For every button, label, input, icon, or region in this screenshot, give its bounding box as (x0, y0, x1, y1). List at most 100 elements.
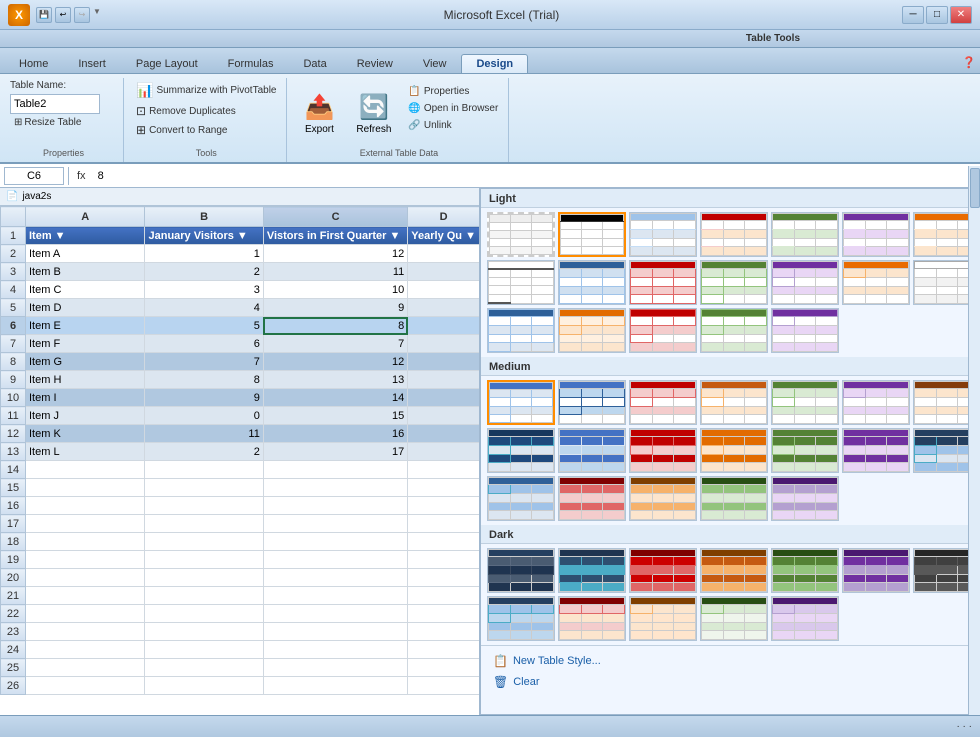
row-num-24[interactable]: 24 (1, 641, 26, 659)
style-medium-17[interactable] (629, 476, 697, 521)
row-num-19[interactable]: 19 (1, 551, 26, 569)
style-medium-16[interactable] (558, 476, 626, 521)
minimize-button[interactable]: ─ (902, 6, 924, 24)
row-num-21[interactable]: 21 (1, 587, 26, 605)
cell-reference-input[interactable] (4, 167, 64, 185)
properties-button[interactable]: 📋 Properties (404, 84, 502, 99)
style-medium-1[interactable] (487, 380, 555, 425)
style-medium-9[interactable] (558, 428, 626, 473)
grid-container[interactable]: A B C D 1 Item ▼ January Visitors ▼ Vist… (0, 206, 480, 695)
style-dark-11[interactable] (700, 596, 768, 641)
cell-b9[interactable]: 8 (145, 371, 263, 389)
style-dark-8[interactable] (487, 596, 555, 641)
cell-b13[interactable]: 2 (145, 443, 263, 461)
style-panel-scrollbar[interactable] (968, 188, 980, 715)
refresh-button[interactable]: 🔄 Refresh (347, 80, 400, 148)
save-icon[interactable]: 💾 (36, 7, 52, 23)
cell-b2[interactable]: 1 (145, 245, 263, 263)
tab-home[interactable]: Home (4, 54, 63, 73)
style-medium-8[interactable] (487, 428, 555, 473)
table-name-input[interactable] (10, 94, 100, 114)
style-light-4[interactable] (771, 212, 839, 257)
row-num-25[interactable]: 25 (1, 659, 26, 677)
cell-c7[interactable]: 7 (263, 335, 407, 353)
help-icon[interactable]: ❓ (958, 51, 980, 73)
quick-access-toolbar[interactable]: 💾 ↩ ↪ ▼ (36, 7, 101, 23)
cell-c4[interactable]: 10 (263, 281, 407, 299)
style-dark-9[interactable] (558, 596, 626, 641)
cell-c1[interactable]: Vistors in First Quarter ▼ (263, 227, 407, 245)
cell-d11[interactable] (408, 407, 480, 425)
style-medium-12[interactable] (771, 428, 839, 473)
style-dark-12[interactable] (771, 596, 839, 641)
row-num-8[interactable]: 8 (1, 353, 26, 371)
style-light-18[interactable] (771, 308, 839, 353)
undo-icon[interactable]: ↩ (55, 7, 71, 23)
style-light-2[interactable] (629, 212, 697, 257)
tab-pagelayout[interactable]: Page Layout (121, 54, 213, 73)
style-medium-6[interactable] (842, 380, 910, 425)
cell-d10[interactable] (408, 389, 480, 407)
cell-d14[interactable] (408, 461, 480, 479)
close-button[interactable]: ✕ (950, 6, 972, 24)
cell-b14[interactable] (145, 461, 263, 479)
tab-insert[interactable]: Insert (63, 54, 121, 73)
tab-design[interactable]: Design (461, 54, 528, 73)
style-light-8[interactable] (558, 260, 626, 305)
style-light-9[interactable] (629, 260, 697, 305)
cell-a8[interactable]: Item G (26, 353, 145, 371)
style-dark-5[interactable] (771, 548, 839, 593)
cell-b5[interactable]: 4 (145, 299, 263, 317)
cell-b1[interactable]: January Visitors ▼ (145, 227, 263, 245)
row-num-12[interactable]: 12 (1, 425, 26, 443)
style-medium-15[interactable] (487, 476, 555, 521)
style-light-3[interactable] (700, 212, 768, 257)
style-dark-2[interactable] (558, 548, 626, 593)
row-num-1[interactable]: 1 (1, 227, 26, 245)
style-dark-10[interactable] (629, 596, 697, 641)
row-num-11[interactable]: 11 (1, 407, 26, 425)
style-light-14[interactable] (487, 308, 555, 353)
style-none[interactable] (487, 212, 555, 257)
style-light-11[interactable] (771, 260, 839, 305)
cell-d6[interactable] (408, 317, 480, 335)
row-num-4[interactable]: 4 (1, 281, 26, 299)
style-light-17[interactable] (700, 308, 768, 353)
clear-style-button[interactable]: 🗑 Clear (489, 673, 971, 691)
tab-data[interactable]: Data (288, 54, 341, 73)
cell-b10[interactable]: 9 (145, 389, 263, 407)
tab-view[interactable]: View (408, 54, 462, 73)
scrollbar-thumb[interactable] (970, 188, 980, 208)
row-num-9[interactable]: 9 (1, 371, 26, 389)
cell-d3[interactable] (408, 263, 480, 281)
cell-c2[interactable]: 12 (263, 245, 407, 263)
style-medium-5[interactable] (771, 380, 839, 425)
cell-b3[interactable]: 2 (145, 263, 263, 281)
col-header-b[interactable]: B (145, 207, 263, 227)
summarize-pivottable-button[interactable]: 📊 Summarize with PivotTable (132, 80, 280, 101)
cell-b4[interactable]: 3 (145, 281, 263, 299)
row-num-17[interactable]: 17 (1, 515, 26, 533)
row-num-23[interactable]: 23 (1, 623, 26, 641)
cell-c11[interactable]: 15 (263, 407, 407, 425)
style-medium-10[interactable] (629, 428, 697, 473)
col-header-a[interactable]: A (26, 207, 145, 227)
new-table-style-button[interactable]: 📋 New Table Style... (489, 652, 971, 670)
cell-c12[interactable]: 16 (263, 425, 407, 443)
cell-b8[interactable]: 7 (145, 353, 263, 371)
cell-d12[interactable] (408, 425, 480, 443)
cell-d7[interactable] (408, 335, 480, 353)
cell-d2[interactable] (408, 245, 480, 263)
style-medium-19[interactable] (771, 476, 839, 521)
cell-b11[interactable]: 0 (145, 407, 263, 425)
style-dark-6[interactable] (842, 548, 910, 593)
cell-a2[interactable]: Item A (26, 245, 145, 263)
export-button[interactable]: 📤 Export (295, 80, 343, 148)
dropdown-arrow[interactable]: ▼ (93, 7, 101, 23)
cell-a7[interactable]: Item F (26, 335, 145, 353)
cell-d9[interactable] (408, 371, 480, 389)
row-num-18[interactable]: 18 (1, 533, 26, 551)
row-num-26[interactable]: 26 (1, 677, 26, 695)
cell-a10[interactable]: Item I (26, 389, 145, 407)
cell-d8[interactable] (408, 353, 480, 371)
